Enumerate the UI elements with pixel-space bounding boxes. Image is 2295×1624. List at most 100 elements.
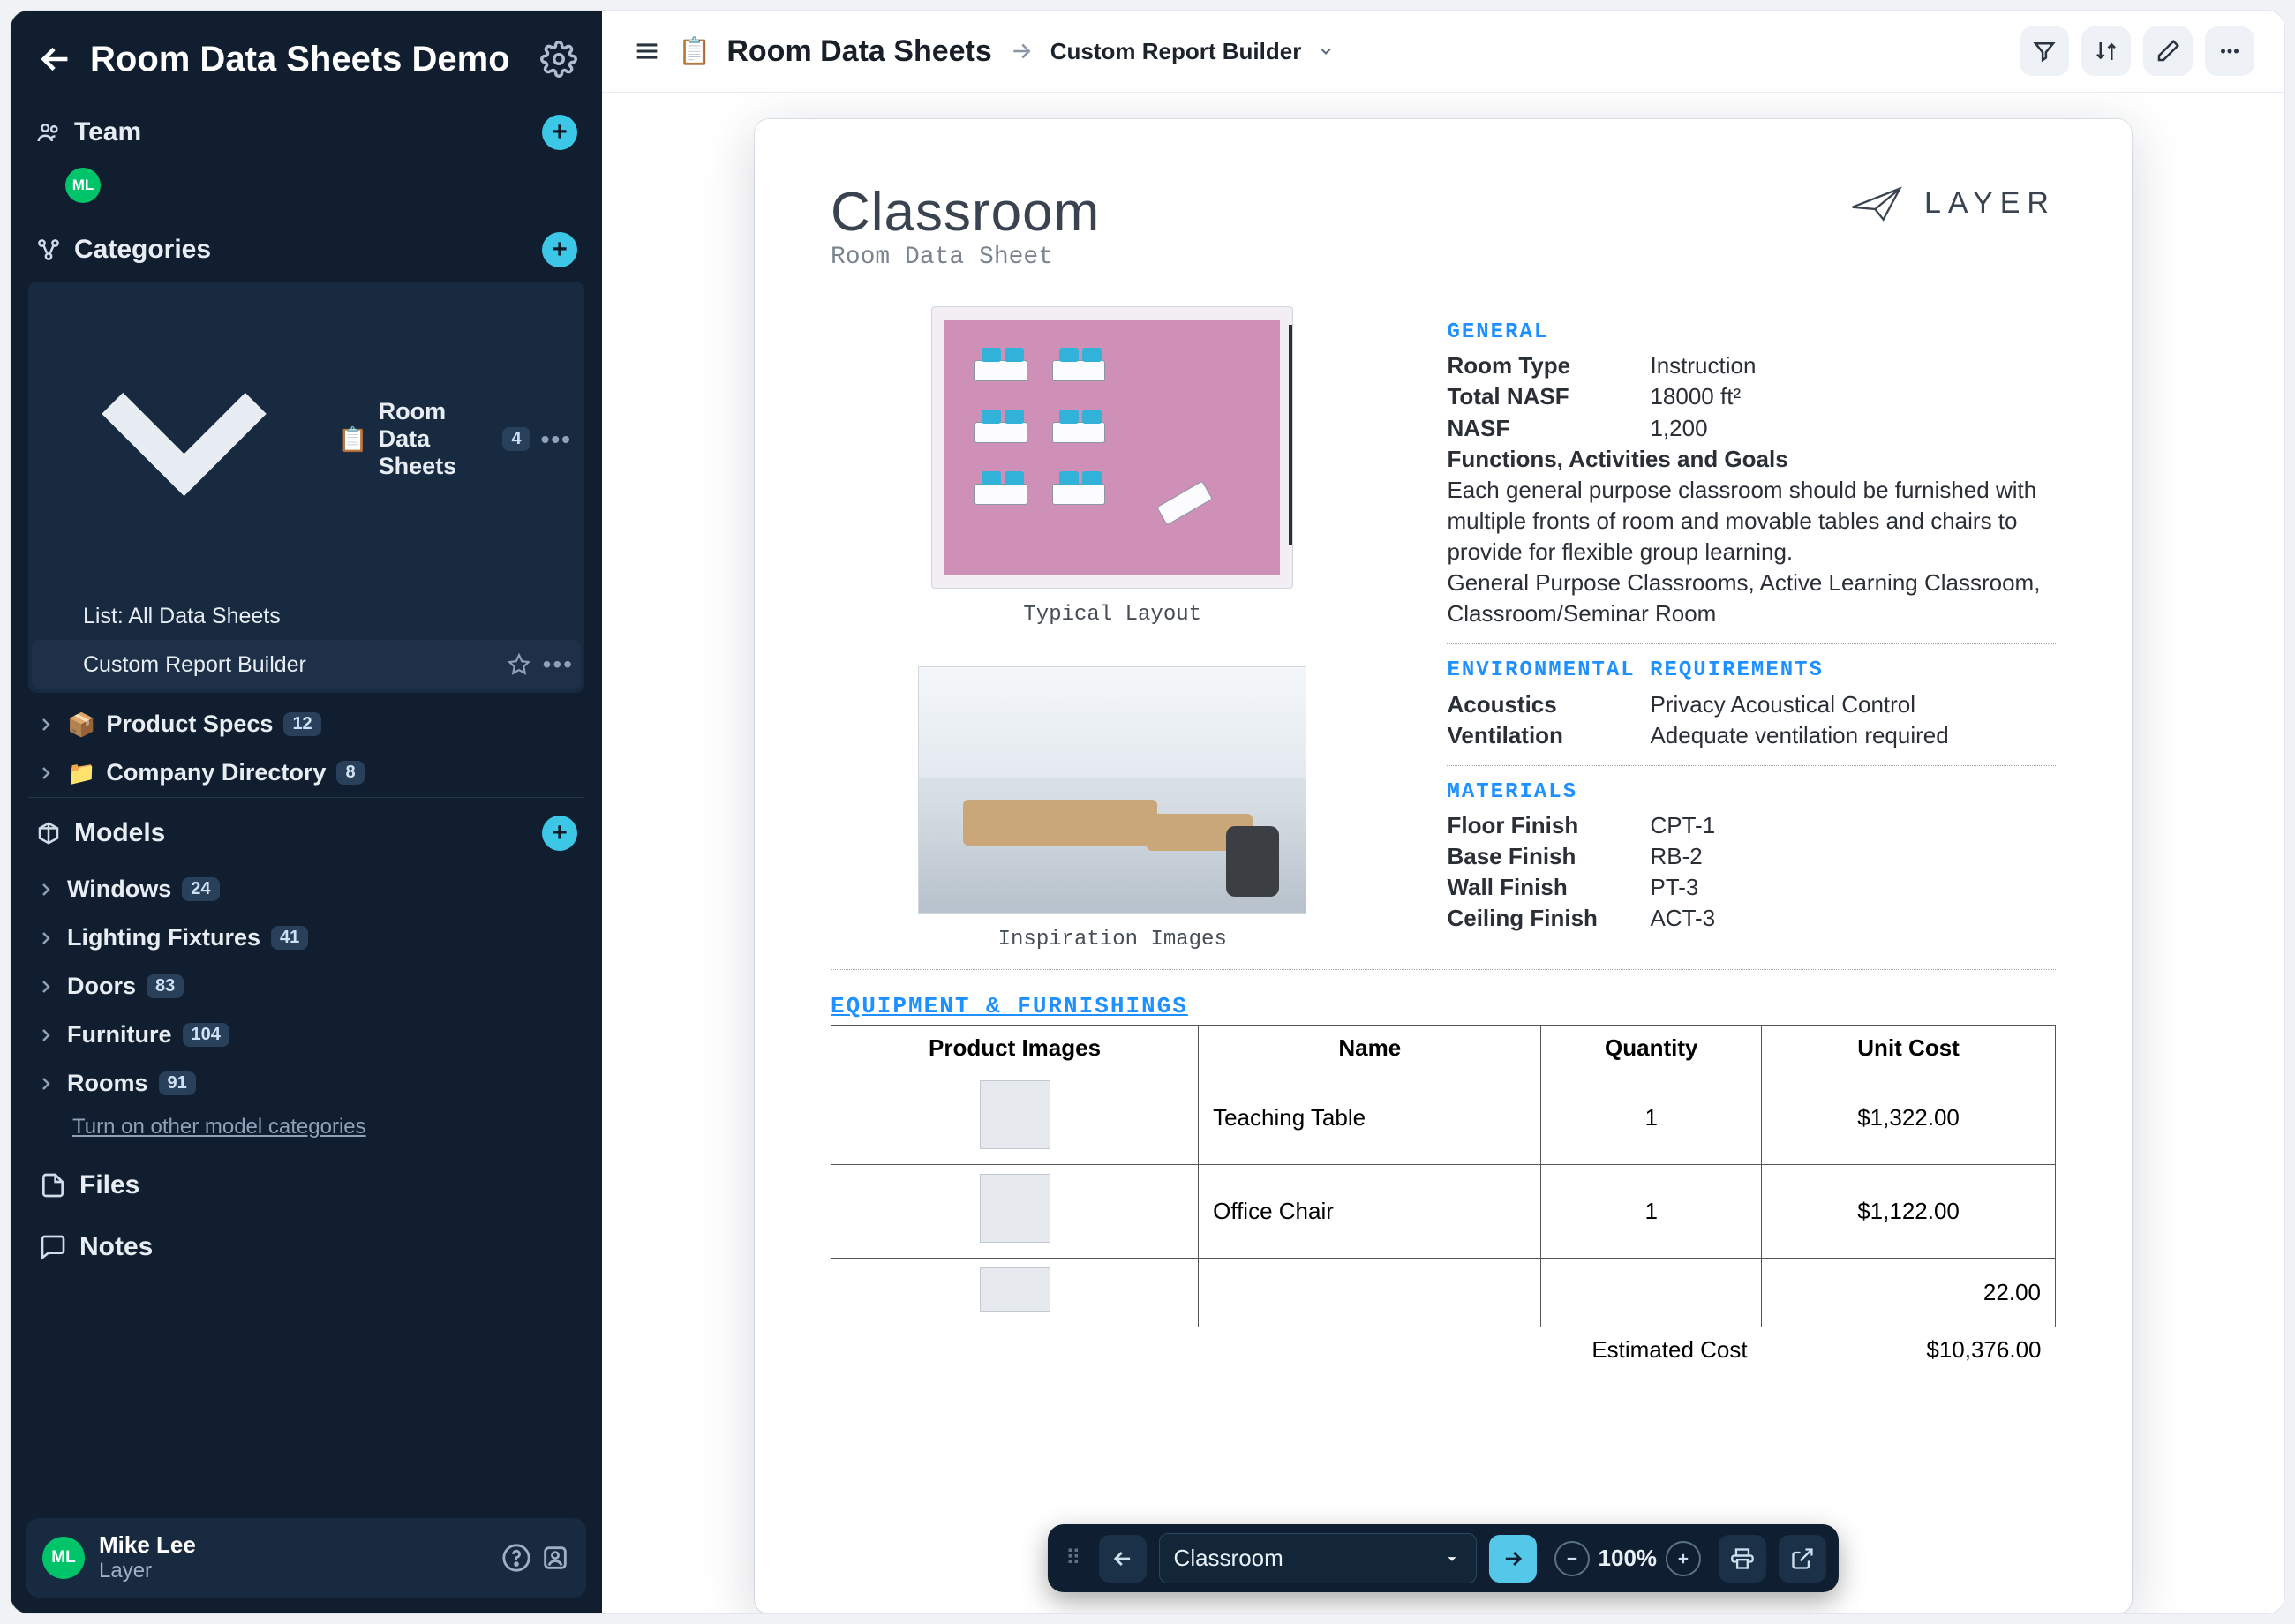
estimated-cost-value: $10,376.00 [1762,1327,2056,1373]
more-icon [2216,38,2243,64]
category-count-badge: 12 [283,712,320,736]
star-icon[interactable] [508,653,530,676]
th-product-images: Product Images [831,1026,1199,1071]
brand-text: LAYER [1924,186,2056,221]
model-doors[interactable]: Doors83 [28,962,584,1011]
kv-key: Ventilation [1447,720,1650,751]
drag-handle-icon[interactable]: ⠿ [1060,1545,1087,1571]
inspiration-image [918,666,1306,914]
cell-name [1199,1259,1541,1327]
kv-value: ACT-3 [1650,903,1715,934]
figure-caption-2: Inspiration Images [998,928,1227,951]
category-product-specs[interactable]: 📦 Product Specs 12 [28,700,584,748]
pencil-icon [2155,38,2181,64]
cell-qty: 1 [1541,1071,1762,1165]
functions-body: Each general purpose classroom should be… [1447,475,2056,568]
sort-button[interactable] [2081,26,2131,76]
estimated-cost-row: Estimated Cost $10,376.00 [831,1327,2056,1373]
model-furniture[interactable]: Furniture104 [28,1011,584,1059]
category-label: Room Data Sheets [379,398,493,480]
nav-notes[interactable]: Notes [28,1216,584,1278]
th-name: Name [1199,1026,1541,1071]
estimated-cost-label: Estimated Cost [831,1327,1762,1373]
more-button[interactable] [2205,26,2254,76]
record-selector[interactable]: Classroom [1159,1533,1477,1583]
paper-plane-icon [1848,181,1910,225]
category-count-badge: 8 [336,761,364,785]
print-button[interactable] [1719,1535,1766,1583]
edit-button[interactable] [2143,26,2193,76]
external-link-icon [1790,1546,1815,1571]
category-more-icon[interactable]: ••• [541,425,572,454]
zoom-out-button[interactable] [1554,1541,1590,1576]
kv-value: CPT-1 [1650,810,1715,841]
filter-button[interactable] [2020,26,2069,76]
typical-layout-figure [931,306,1293,589]
model-count-badge: 41 [271,926,308,950]
section-models-label: Models [74,818,530,848]
document-canvas: Classroom Room Data Sheet LAYER [602,93,2284,1613]
kv-key: Ceiling Finish [1447,903,1650,934]
model-rooms[interactable]: Rooms91 [28,1059,584,1108]
child-more-icon[interactable]: ••• [543,650,574,679]
model-label: Doors [67,973,136,1000]
chevron-down-icon[interactable] [1317,42,1335,60]
kv-value: RB-2 [1650,841,1702,872]
chevron-right-icon [35,1073,56,1094]
list-label: List: All Data Sheets [83,604,281,629]
category-row-room-data-sheets[interactable]: 📋 Room Data Sheets 4 ••• [32,285,581,593]
settings-gear-icon[interactable] [540,41,577,78]
main-panel: 📋 Room Data Sheets Custom Report Builder… [602,11,2284,1613]
arrow-right-icon [1501,1546,1525,1571]
kv-value: Privacy Acoustical Control [1650,689,1915,720]
chevron-down-icon [41,296,327,583]
menu-icon[interactable] [632,36,662,66]
team-icon [35,119,62,146]
sort-icon [2093,38,2119,64]
zoom-controls: 100% [1549,1541,1707,1576]
section-materials-label: MATERIALS [1447,778,2056,807]
zoom-in-button[interactable] [1666,1541,1701,1576]
team-member-avatar[interactable]: ML [65,168,101,203]
open-external-button[interactable] [1779,1535,1826,1583]
category-room-data-sheets: 📋 Room Data Sheets 4 ••• List: All Data … [28,282,584,693]
section-team-label: Team [74,117,530,147]
prev-record-button[interactable] [1099,1535,1147,1583]
category-child-custom-report-builder[interactable]: Custom Report Builder ••• [32,640,581,689]
nav-files[interactable]: Files [28,1154,584,1216]
breadcrumb-arrow-icon [1008,38,1035,64]
section-categories-label: Categories [74,235,530,265]
kv-value: Instruction [1650,350,1756,381]
kv-key: Acoustics [1447,689,1650,720]
functions-heading: Functions, Activities and Goals [1447,444,2056,475]
kv-value: Adequate ventilation required [1650,720,1948,751]
user-avatar[interactable]: ML [42,1537,85,1579]
add-team-button[interactable]: + [542,115,577,150]
section-general-label: GENERAL [1447,319,2056,347]
model-lighting[interactable]: Lighting Fixtures41 [28,914,584,962]
model-count-badge: 104 [183,1023,230,1047]
help-icon[interactable] [501,1543,531,1573]
breadcrumb-root[interactable]: Room Data Sheets [726,34,991,69]
user-name: Mike Lee [99,1532,196,1559]
kv-key: Floor Finish [1447,810,1650,841]
category-child-all-data-sheets[interactable]: List: All Data Sheets [32,593,581,640]
add-category-button[interactable]: + [542,232,577,267]
zoom-value: 100% [1599,1545,1658,1572]
print-icon [1730,1546,1755,1571]
back-arrow-icon[interactable] [35,39,76,79]
report-page: Classroom Room Data Sheet LAYER [755,119,2132,1613]
cell-cost: $1,122.00 [1762,1165,2056,1259]
model-label: Rooms [67,1070,148,1097]
breadcrumb-current[interactable]: Custom Report Builder [1050,38,1302,65]
topbar: 📋 Room Data Sheets Custom Report Builder [602,11,2284,93]
figure-caption-1: Typical Layout [1023,603,1201,627]
filter-icon [2031,38,2058,64]
account-icon[interactable] [540,1543,570,1573]
add-model-button[interactable]: + [542,816,577,851]
table-row: 22.00 [831,1259,2056,1327]
more-model-categories-link[interactable]: Turn on other model categories [28,1108,584,1147]
model-windows[interactable]: Windows24 [28,865,584,914]
category-company-directory[interactable]: 📁 Company Directory 8 [28,748,584,797]
next-record-button[interactable] [1489,1535,1537,1583]
